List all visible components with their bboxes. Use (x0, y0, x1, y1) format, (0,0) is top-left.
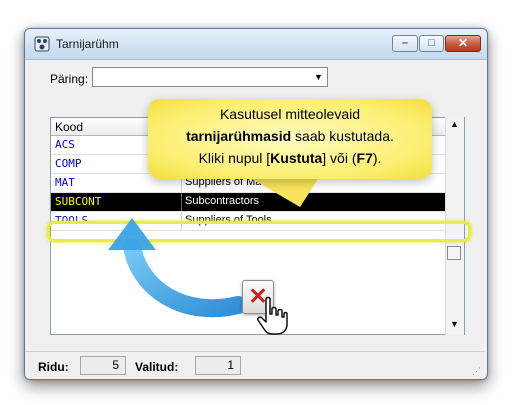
callout-bold-term: tarnijarühmasid (186, 128, 292, 144)
callout-line-3-pre: Kliki nupul [ (198, 150, 271, 166)
callout-pointer (252, 179, 318, 207)
callout-f7: F7 (356, 150, 373, 166)
hand-cursor-icon (257, 296, 288, 335)
callout-line-1: Kasutusel mitteolevaid (219, 106, 361, 122)
callout-line-3: Kliki nupul [Kustuta] või (F7). (148, 150, 432, 166)
callout-line-2: tarnijarühmasid saab kustutada. (148, 128, 432, 144)
curved-arrow-annotation (108, 179, 318, 318)
arrow-head (108, 218, 156, 250)
callout-line-3-post: ). (372, 150, 382, 166)
help-callout: Kasutusel mitteolevaid tarnijarühmasid s… (148, 99, 432, 179)
callout-kustuta: Kustuta (270, 150, 323, 166)
arrow-body (123, 238, 247, 318)
callout-line-3-mid: ] või ( (322, 150, 357, 166)
callout-line-2-rest: saab kustutada. (291, 128, 394, 144)
